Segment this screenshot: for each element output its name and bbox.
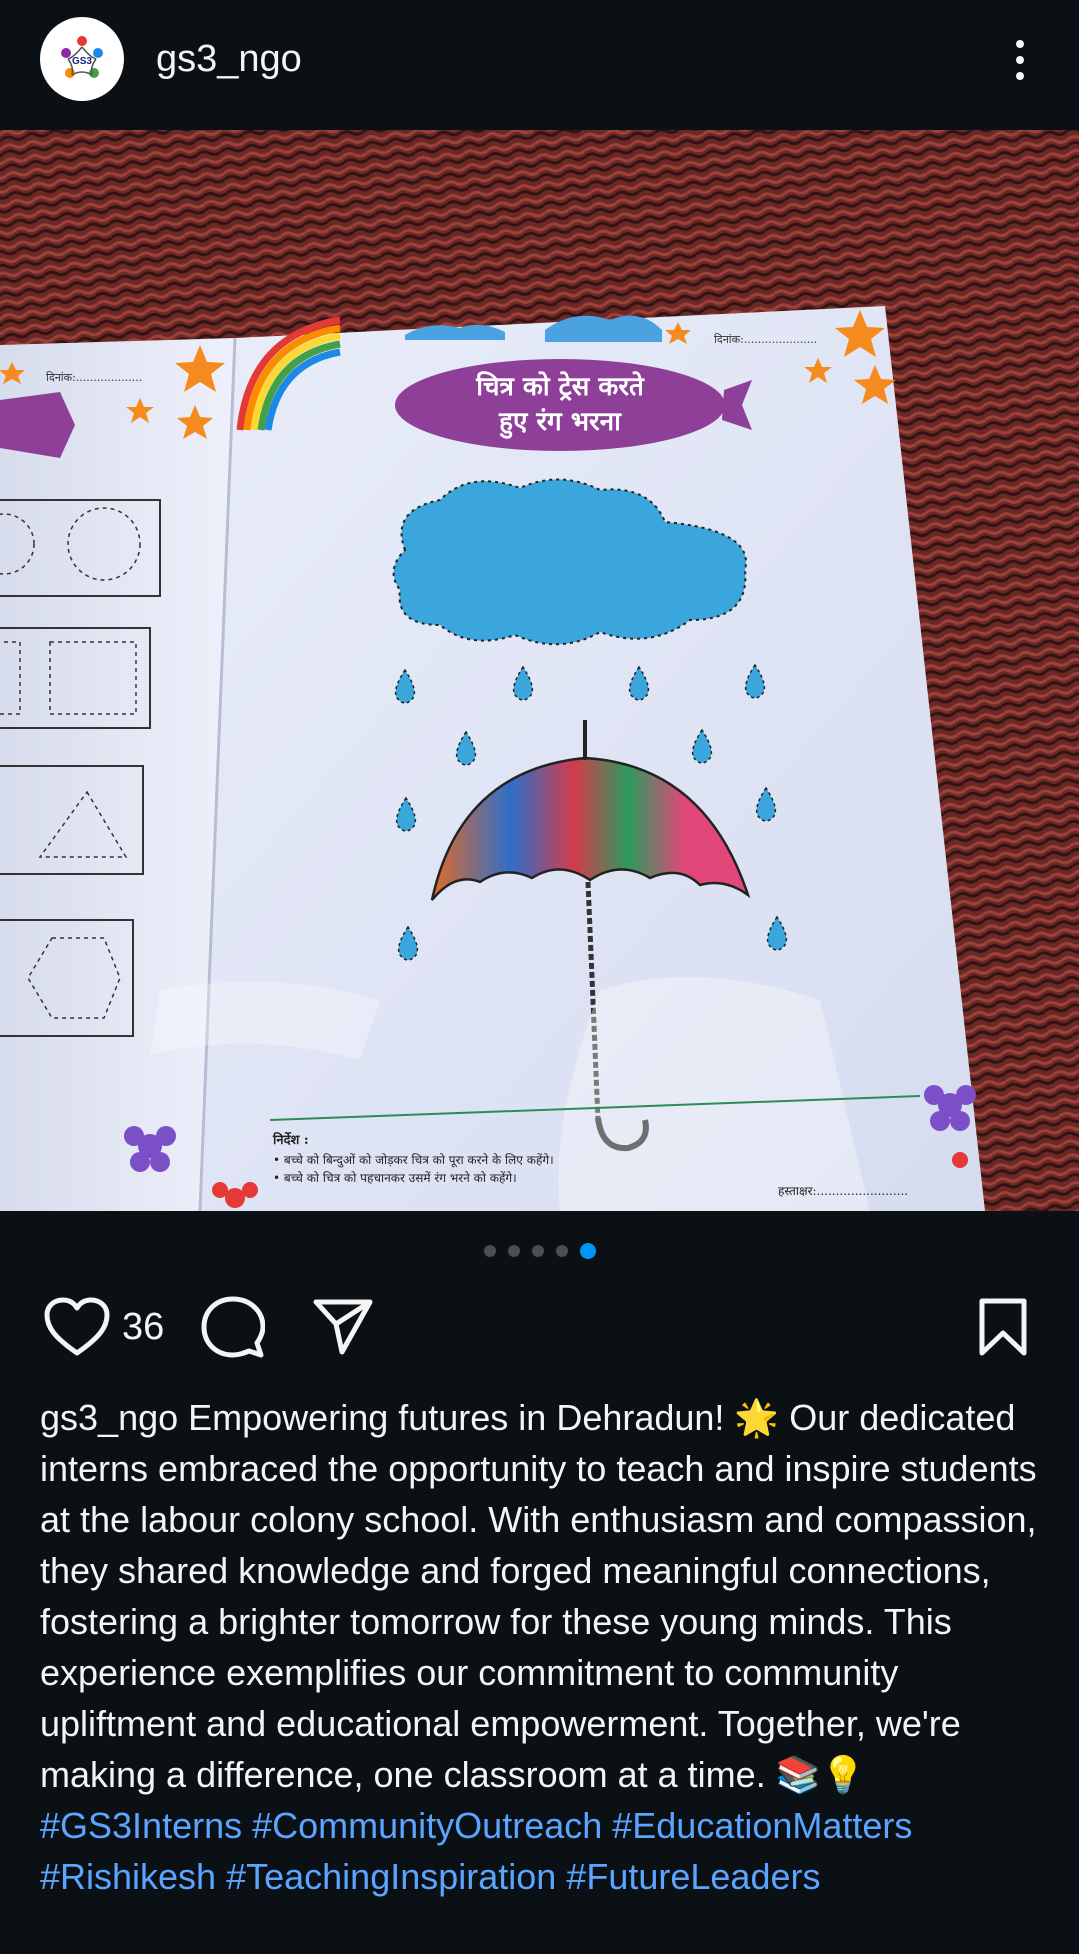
send-icon[interactable] bbox=[306, 1290, 380, 1364]
carousel-dot bbox=[483, 1245, 496, 1257]
bookmark-icon[interactable] bbox=[966, 1290, 1040, 1364]
more-options-icon[interactable] bbox=[1000, 36, 1040, 84]
svg-text:निर्देश :: निर्देश : bbox=[272, 1132, 309, 1148]
svg-text:दिनांक:.....................: दिनांक:..................... bbox=[714, 333, 817, 346]
gs3-logo-icon: GS3 bbox=[41, 18, 123, 100]
svg-text:हस्ताक्षर:....................: हस्ताक्षर:........................ bbox=[778, 1184, 908, 1198]
carousel-dot-active bbox=[579, 1243, 596, 1259]
post-image[interactable]: दिनांक:..................... दिनांक:....… bbox=[0, 130, 1079, 1211]
post-username[interactable]: gs3_ngo bbox=[156, 38, 302, 81]
workbook-photo: दिनांक:..................... दिनांक:....… bbox=[0, 130, 1079, 1211]
svg-text:दिनांक:...................: दिनांक:................... bbox=[46, 371, 142, 384]
like-count[interactable]: 36 bbox=[122, 1306, 164, 1349]
svg-text:GS3: GS3 bbox=[72, 56, 92, 67]
carousel-dot bbox=[555, 1245, 568, 1257]
comment-icon[interactable] bbox=[196, 1290, 270, 1364]
post-actions: 36 bbox=[0, 1290, 1079, 1364]
carousel-indicator bbox=[0, 1243, 1079, 1259]
carousel-dot bbox=[507, 1245, 520, 1257]
caption-text: Empowering futures in Dehradun! 🌟 Our de… bbox=[40, 1397, 1037, 1795]
caption-username[interactable]: gs3_ngo bbox=[40, 1397, 178, 1438]
post-header: GS3 gs3_ngo bbox=[0, 0, 1079, 130]
svg-text:चित्र को ट्रेस करते: चित्र को ट्रेस करते bbox=[475, 371, 645, 402]
svg-text:• बच्चे को बिन्दुओं को जोड़कर: • बच्चे को बिन्दुओं को जोड़कर चित्र को प… bbox=[273, 1153, 554, 1168]
heart-icon[interactable] bbox=[40, 1290, 114, 1364]
post-caption: gs3_ngo Empowering futures in Dehradun! … bbox=[40, 1392, 1050, 1902]
carousel-dot bbox=[531, 1245, 544, 1257]
svg-text:• बच्चे को चित्र को पहचानकर उस: • बच्चे को चित्र को पहचानकर उसमें रंग भर… bbox=[273, 1171, 517, 1185]
svg-text:हुए रंग भरना: हुए रंग भरना bbox=[498, 407, 622, 439]
caption-hashtags[interactable]: #GS3Interns #CommunityOutreach #Educatio… bbox=[40, 1805, 912, 1897]
profile-avatar[interactable]: GS3 bbox=[40, 17, 124, 101]
